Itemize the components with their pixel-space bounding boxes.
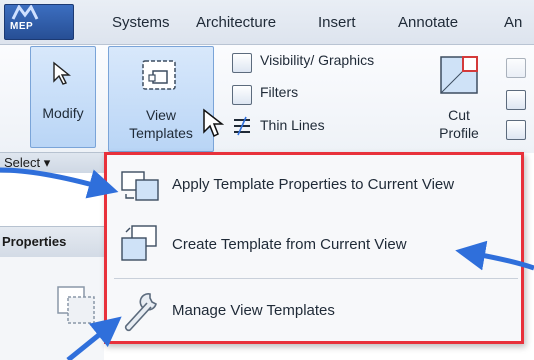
apply-template-label: Apply Template Properties to Current Vie… [172, 176, 455, 193]
thin-lines-icon [234, 116, 250, 136]
menu-item-manage-templates[interactable]: Manage View Templates [110, 288, 518, 334]
menu-item-apply-template[interactable]: Apply Template Properties to Current Vie… [110, 166, 518, 206]
tool-icon[interactable] [506, 90, 526, 110]
tab-insert[interactable]: Insert [318, 14, 356, 31]
modify-button[interactable]: Modify [30, 46, 96, 148]
faded-tool-icon[interactable] [506, 58, 526, 78]
tab-architecture[interactable]: Architecture [196, 14, 276, 31]
visibility-graphics-icon [232, 53, 252, 73]
properties-type-icon [57, 286, 95, 324]
view-templates-button[interactable]: View Templates [108, 46, 214, 152]
mouse-pointer-icon [203, 108, 224, 138]
filters-label: Filters [260, 84, 299, 100]
cut-profile-label-line1: Cut [448, 107, 470, 123]
wrench-icon [124, 293, 157, 332]
apply-template-icon [121, 171, 159, 201]
cut-profile-icon [440, 56, 478, 94]
properties-panel-body [0, 257, 104, 360]
visibility-graphics-label: Visibility/ Graphics [260, 52, 375, 68]
menu-separator [114, 278, 518, 279]
mode-badge: MEP [10, 21, 34, 32]
manage-templates-label: Manage View Templates [172, 302, 335, 319]
select-label: Select ▾ [4, 155, 51, 170]
view-templates-label-line2: Templates [129, 125, 193, 141]
cut-profile-button[interactable]: Cut Profile [426, 46, 492, 148]
menu-item-create-template[interactable]: Create Template from Current View [110, 222, 518, 266]
view-templates-icon [142, 60, 176, 90]
grid-tool-icon[interactable] [506, 120, 526, 140]
cut-profile-label-line2: Profile [439, 125, 479, 141]
tab-analyze[interactable]: An [504, 14, 522, 31]
create-template-label: Create Template from Current View [172, 236, 407, 253]
thin-lines-label: Thin Lines [260, 117, 325, 133]
filters-icon [232, 85, 252, 105]
create-template-icon [121, 225, 157, 261]
tab-systems[interactable]: Systems [112, 14, 170, 31]
select-panel-bar[interactable]: Select ▾ [0, 152, 104, 173]
view-templates-label-line1: View [145, 107, 177, 123]
properties-title: Properties [2, 234, 67, 249]
cursor-arrow-icon [53, 61, 71, 85]
properties-panel-header: Properties [0, 226, 104, 258]
modify-label: Modify [42, 105, 84, 121]
tab-annotate[interactable]: Annotate [398, 14, 458, 31]
